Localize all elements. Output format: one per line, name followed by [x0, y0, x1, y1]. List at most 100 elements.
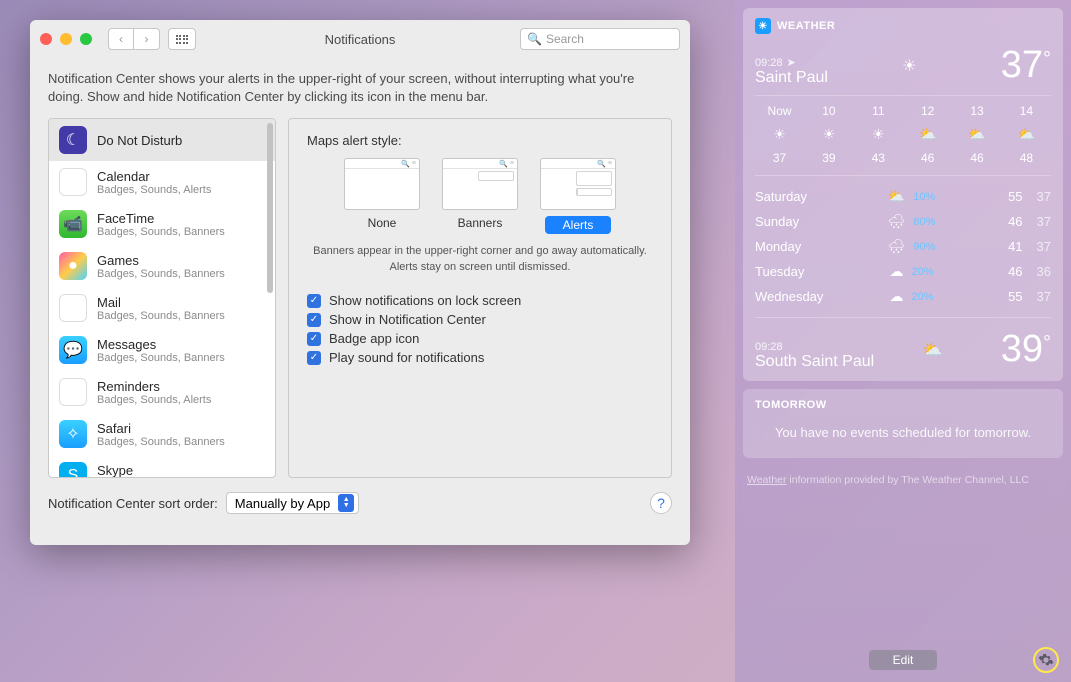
notification-center-panel: ☀ WEATHER 09:28➤ Saint Paul ☀ 37° Now☀37…	[735, 0, 1071, 682]
weather-widget-title: ☀ WEATHER	[755, 18, 1051, 34]
app-row-games[interactable]: ● GamesBadges, Sounds, Banners	[49, 245, 275, 287]
app-name: Reminders	[97, 379, 211, 394]
app-row-dnd[interactable]: ☾ Do Not Disturb	[49, 119, 275, 161]
alert-style-none[interactable]: 🔍≡ None	[344, 158, 420, 234]
description-text: Notification Center shows your alerts in…	[48, 70, 672, 106]
settings-gear-button[interactable]	[1033, 647, 1059, 673]
weather-icon: ⛅	[888, 188, 905, 205]
tomorrow-text: You have no events scheduled for tomorro…	[755, 425, 1051, 440]
games-icon: ●	[59, 252, 87, 280]
alert-style-banners[interactable]: 🔍≡ Banners	[442, 158, 518, 234]
forward-button[interactable]: ›	[134, 28, 160, 50]
back-button[interactable]: ‹	[108, 28, 134, 50]
check-play-sound[interactable]: ✓Play sound for notifications	[307, 350, 653, 365]
app-row-msg[interactable]: 💬 MessagesBadges, Sounds, Banners	[49, 329, 275, 371]
app-row-mail[interactable]: ✉MailBadges, Sounds, Banners	[49, 287, 275, 329]
hourly-forecast: Now☀3710☀3911☀4312⛅4613⛅4614⛅48	[755, 104, 1051, 176]
help-button[interactable]: ?	[650, 492, 672, 514]
cloud-sun-icon: ⛅	[923, 340, 943, 360]
daily-row: Monday🌧90%4137	[755, 234, 1051, 259]
hour-col: 14⛅48	[1002, 104, 1051, 165]
app-sub: Badges, Sounds, Banners	[97, 268, 225, 280]
show-all-button[interactable]	[168, 28, 196, 50]
scrollbar-thumb[interactable]	[267, 123, 273, 293]
check-notification-center[interactable]: ✓Show in Notification Center	[307, 312, 653, 327]
hour-col: 13⛅46	[953, 104, 1002, 165]
app-sub: Badges, Sounds, Banners	[97, 310, 225, 322]
check-badge-app-icon[interactable]: ✓Badge app icon	[307, 331, 653, 346]
edit-button[interactable]: Edit	[869, 650, 938, 670]
weather-icon: 🌧	[888, 238, 906, 255]
search-icon: 🔍	[527, 32, 542, 46]
app-list: ☾Do Not Disturb17CalendarBadges, Sounds,…	[48, 118, 276, 478]
app-name: Skype	[97, 463, 225, 478]
app-sub: Badges, Sounds, Banners	[97, 436, 225, 448]
alert-style-label: Maps alert style:	[307, 133, 653, 148]
zoom-button[interactable]	[80, 33, 92, 45]
weather-icon: ☀	[872, 126, 885, 143]
app-name: Mail	[97, 295, 225, 310]
weather-icon: ☀	[773, 126, 786, 143]
app-row-skype[interactable]: SSkypeBadges, Sounds, Banners	[49, 455, 275, 477]
daily-row: Tuesday☁20%4636	[755, 259, 1051, 284]
cal-icon: 17	[59, 168, 87, 196]
app-row-cal[interactable]: 17 CalendarBadges, Sounds, Alerts	[49, 161, 275, 203]
app-sub: Badges, Sounds, Alerts	[97, 184, 211, 196]
daily-forecast: Saturday⛅10%5537Sunday🌧80%4637Monday🌧90%…	[755, 184, 1051, 318]
app-name: Games	[97, 253, 225, 268]
tomorrow-widget: TOMORROW You have no events scheduled fo…	[743, 389, 1063, 458]
close-button[interactable]	[40, 33, 52, 45]
app-sub: Badges, Sounds, Alerts	[97, 394, 211, 406]
ft-icon: 📹	[59, 210, 87, 238]
weather-icon: ⛅	[1018, 126, 1035, 143]
dnd-icon: ☾	[59, 126, 87, 154]
daily-row: Sunday🌧80%4637	[755, 209, 1051, 234]
weather-secondary-location[interactable]: 09:28 South Saint Paul ⛅ 39°	[755, 328, 1051, 371]
search-input[interactable]: 🔍 Search	[520, 28, 680, 50]
app-name: Messages	[97, 337, 225, 352]
hour-col: 11☀43	[854, 104, 903, 165]
app-row-rem[interactable]: ☰ RemindersBadges, Sounds, Alerts	[49, 371, 275, 413]
app-row-safari[interactable]: ✧ SafariBadges, Sounds, Banners	[49, 413, 275, 455]
check-lock-screen[interactable]: ✓Show notifications on lock screen	[307, 293, 653, 308]
safari-icon: ✧	[59, 420, 87, 448]
sort-order-label: Notification Center sort order:	[48, 496, 218, 511]
search-placeholder: Search	[546, 32, 584, 46]
tomorrow-title: TOMORROW	[755, 399, 1051, 411]
titlebar: ‹ › Notifications 🔍 Search	[30, 20, 690, 58]
weather-icon: ⛅	[919, 126, 936, 143]
app-name: Calendar	[97, 169, 211, 184]
secondary-location-name: South Saint Paul	[755, 353, 874, 371]
weather-icon: 🌧	[888, 213, 906, 230]
minimize-button[interactable]	[60, 33, 72, 45]
hour-col: 12⛅46	[903, 104, 952, 165]
app-sub: Badges, Sounds, Banners	[97, 352, 225, 364]
weather-icon: ☁	[890, 263, 904, 280]
app-sub: Badges, Sounds, Banners	[97, 226, 225, 238]
alert-style-description: Banners appear in the upper-right corner…	[307, 244, 653, 275]
app-name: FaceTime	[97, 211, 225, 226]
primary-location-name: Saint Paul	[755, 69, 828, 87]
detail-panel: Maps alert style: 🔍≡ None 🔍≡ Banners 🔍≡ …	[288, 118, 672, 478]
weather-attrib-link[interactable]: Weather	[747, 474, 787, 486]
hour-col: 10☀39	[804, 104, 853, 165]
sort-order-select[interactable]: Manually by App ▲▼	[226, 492, 359, 514]
app-row-ft[interactable]: 📹 FaceTimeBadges, Sounds, Banners	[49, 203, 275, 245]
app-name: Do Not Disturb	[97, 133, 182, 148]
weather-icon: ☁	[890, 288, 904, 305]
nav-buttons: ‹ ›	[108, 28, 160, 50]
notifications-prefs-window: ‹ › Notifications 🔍 Search Notification …	[30, 20, 690, 545]
gear-icon	[1038, 652, 1054, 668]
rem-icon: ☰	[59, 378, 87, 406]
weather-app-icon: ☀	[755, 18, 771, 34]
msg-icon: 💬	[59, 336, 87, 364]
weather-primary-location[interactable]: 09:28➤ Saint Paul ☀ 37°	[755, 44, 1051, 96]
weather-icon: ⛅	[968, 126, 985, 143]
app-name: Safari	[97, 421, 225, 436]
skype-icon: S	[59, 462, 87, 477]
weather-widget: ☀ WEATHER 09:28➤ Saint Paul ☀ 37° Now☀37…	[743, 8, 1063, 381]
weather-icon: ☀	[823, 126, 836, 143]
weather-attribution: Weather information provided by The Weat…	[747, 474, 1059, 486]
alert-style-alerts[interactable]: 🔍≡ Alerts	[540, 158, 616, 234]
select-arrows-icon: ▲▼	[338, 494, 354, 512]
